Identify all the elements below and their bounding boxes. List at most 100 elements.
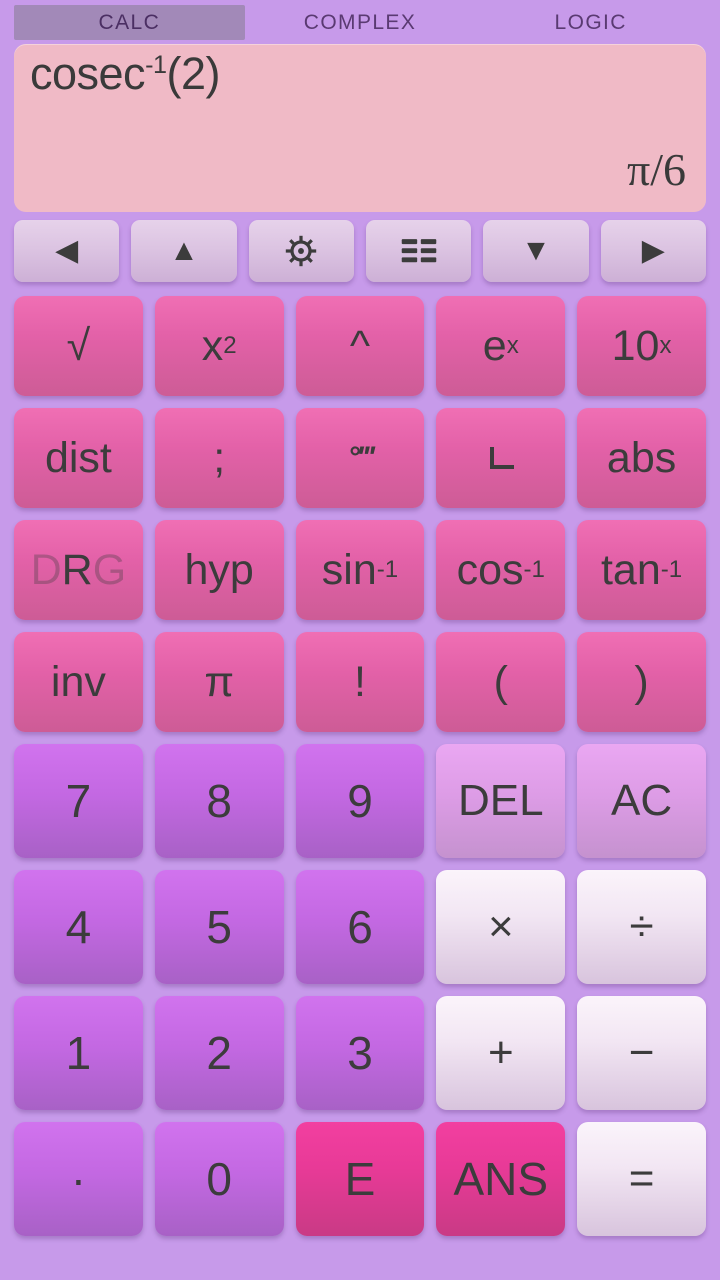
paren-close-label: ) — [634, 657, 649, 706]
paren-close-button[interactable]: ) — [577, 632, 706, 732]
arctan-button[interactable]: tan -1 — [577, 520, 706, 620]
digit-9-label: 9 — [347, 775, 373, 827]
exponent-label: E — [344, 1153, 376, 1205]
digit-1-button[interactable]: 1 — [14, 996, 143, 1110]
ten-power-label: 10 — [611, 321, 660, 370]
digit-0-label: 0 — [206, 1153, 232, 1205]
arcsin-label: sin — [321, 545, 377, 594]
digit-3-label: 3 — [347, 1027, 373, 1079]
digit-0-button[interactable]: 0 — [154, 1122, 284, 1236]
drg-degree-label: D — [30, 545, 62, 594]
cursor-down-button[interactable]: ▼ — [483, 220, 589, 282]
minus-button[interactable]: − — [577, 996, 706, 1110]
drg-gradian-label: G — [92, 545, 127, 594]
arrow-up-icon: ▲ — [169, 234, 199, 267]
digit-7-button[interactable]: 7 — [14, 744, 143, 858]
arrow-down-icon: ▼ — [521, 234, 551, 267]
expression-superscript: -1 — [145, 51, 167, 79]
result-line: π/6 — [626, 144, 686, 195]
digit-7-label: 7 — [65, 775, 92, 827]
expression-tail: (2) — [166, 48, 220, 99]
power-label: ^ — [349, 321, 371, 370]
power-button[interactable]: ^ — [295, 296, 425, 396]
inv-button[interactable]: inv — [14, 632, 143, 732]
minus-icon: − — [628, 1028, 655, 1077]
digit-4-label: 4 — [65, 901, 92, 953]
dist-button[interactable]: dist — [14, 408, 143, 508]
degree-minute-second-button[interactable]: °‴ — [295, 408, 425, 508]
paren-open-button[interactable]: ( — [436, 632, 566, 732]
divide-button[interactable]: ÷ — [577, 870, 706, 984]
keypad: ◀ ▲ ▼ ▶ √ x 2 ^ e x 10 x dist ; °‴ abs D… — [0, 212, 720, 1246]
cursor-right-button[interactable]: ▶ — [600, 220, 706, 282]
semicolon-label: ; — [213, 433, 226, 482]
tab-calc[interactable]: CALC — [14, 5, 245, 40]
delete-button[interactable]: DEL — [436, 744, 566, 858]
exponent-button[interactable]: E — [295, 1122, 425, 1236]
square-label: x — [201, 321, 224, 370]
digit-5-button[interactable]: 5 — [154, 870, 284, 984]
multiply-button[interactable]: × — [436, 870, 566, 984]
keypad-row-bottom: · 0 E ANS = — [14, 1122, 706, 1236]
abs-label: abs — [606, 433, 677, 482]
pi-label: π — [204, 657, 235, 706]
function-row-4: inv π ! ( ) — [14, 632, 706, 732]
hyp-button[interactable]: hyp — [154, 520, 284, 620]
angle-button[interactable] — [436, 408, 566, 508]
abs-button[interactable]: abs — [577, 408, 706, 508]
arrow-left-icon: ◀ — [55, 234, 79, 267]
digit-2-button[interactable]: 2 — [154, 996, 284, 1110]
hyp-label: hyp — [184, 545, 254, 594]
function-row-2: dist ; °‴ abs — [14, 408, 706, 508]
multiply-icon: × — [487, 902, 514, 951]
arcsin-button[interactable]: sin -1 — [295, 520, 425, 620]
divide-icon: ÷ — [629, 902, 654, 951]
history-list-button[interactable] — [365, 220, 472, 282]
decimal-point-button[interactable]: · — [14, 1122, 143, 1236]
paren-open-label: ( — [493, 657, 508, 706]
square-button[interactable]: x2 — [154, 296, 284, 396]
digit-4-button[interactable]: 4 — [14, 870, 143, 984]
tab-complex[interactable]: COMPLEX — [245, 5, 476, 40]
exp-label: e — [482, 321, 507, 370]
keypad-row-456: 4 5 6 × ÷ — [14, 870, 706, 984]
sqrt-button[interactable]: √ — [14, 296, 143, 396]
factorial-label: ! — [354, 657, 366, 706]
exp-button[interactable]: ex — [436, 296, 566, 396]
plus-button[interactable]: + — [436, 996, 566, 1110]
digit-8-label: 8 — [206, 775, 232, 827]
digit-8-button[interactable]: 8 — [154, 744, 284, 858]
cursor-left-button[interactable]: ◀ — [14, 220, 120, 282]
digit-5-label: 5 — [206, 901, 232, 953]
calculator-display[interactable]: cosec-1(2) π/6 — [14, 44, 706, 212]
sqrt-label: √ — [66, 321, 91, 370]
digit-3-button[interactable]: 3 — [295, 996, 425, 1110]
settings-button[interactable] — [248, 220, 354, 282]
display-area: cosec-1(2) π/6 — [0, 44, 720, 212]
drg-mode-button[interactable]: DRG — [14, 520, 143, 620]
pi-button[interactable]: π — [154, 632, 284, 732]
drg-radian-label: R — [61, 545, 93, 594]
semicolon-button[interactable]: ; — [154, 408, 284, 508]
cursor-up-button[interactable]: ▲ — [131, 220, 237, 282]
answer-button[interactable]: ANS — [436, 1122, 566, 1236]
tab-logic[interactable]: LOGIC — [475, 5, 706, 40]
all-clear-button[interactable]: AC — [577, 744, 706, 858]
arccos-label: cos — [456, 545, 524, 594]
expression-base: cosec — [30, 48, 146, 99]
digit-6-label: 6 — [347, 901, 373, 953]
factorial-button[interactable]: ! — [295, 632, 425, 732]
digit-9-button[interactable]: 9 — [295, 744, 425, 858]
ten-power-button[interactable]: 10 x — [577, 296, 706, 396]
arctan-label: tan — [600, 545, 661, 594]
plus-icon: + — [487, 1028, 514, 1077]
digit-1-label: 1 — [65, 1027, 92, 1079]
equals-icon: = — [628, 1154, 655, 1203]
equals-button[interactable]: = — [577, 1122, 706, 1236]
dist-label: dist — [44, 433, 112, 482]
digit-6-button[interactable]: 6 — [295, 870, 425, 984]
keypad-row-789: 7 8 9 DEL AC — [14, 744, 706, 858]
delete-label: DEL — [457, 776, 544, 825]
arccos-button[interactable]: cos -1 — [436, 520, 566, 620]
arrow-right-icon: ▶ — [641, 234, 665, 267]
